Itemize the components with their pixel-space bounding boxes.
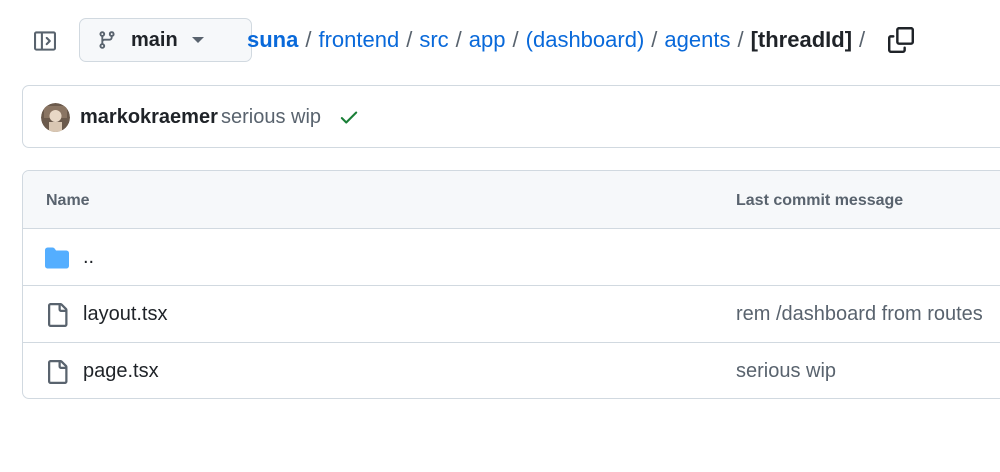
file-icon xyxy=(48,303,68,327)
folder-icon xyxy=(45,247,69,269)
repo-header: main suna / frontend / src / app / (dash… xyxy=(0,0,1000,82)
breadcrumb-repo-link[interactable]: suna xyxy=(247,27,298,53)
file-link-page[interactable]: page.tsx xyxy=(83,360,159,383)
copy-path-button[interactable] xyxy=(888,27,916,55)
file-link-layout[interactable]: layout.tsx xyxy=(83,303,167,326)
column-header-name: Name xyxy=(46,192,90,209)
sidebar-expand-icon xyxy=(34,31,56,51)
breadcrumb-separator: / xyxy=(737,27,744,52)
breadcrumb-link-dashboard[interactable]: (dashboard) xyxy=(526,27,645,53)
breadcrumb-link-frontend[interactable]: frontend xyxy=(318,27,399,53)
triangle-down-icon xyxy=(192,37,204,43)
branch-selector-button[interactable]: main xyxy=(79,18,252,62)
breadcrumb-separator: / xyxy=(455,27,462,52)
toggle-file-tree-button[interactable] xyxy=(30,26,60,56)
git-branch-icon xyxy=(99,31,115,49)
avatar-image xyxy=(41,103,70,132)
copy-icon xyxy=(888,27,914,53)
column-header-last-commit: Last commit message xyxy=(736,192,904,209)
file-icon xyxy=(48,360,68,384)
commit-author[interactable]: markokraemer xyxy=(80,106,218,129)
table-row-parent-directory[interactable]: .. xyxy=(23,229,1000,286)
commit-status[interactable] xyxy=(338,106,360,128)
file-table: Name Last commit message .. layout.tsx r… xyxy=(22,170,1000,399)
parent-directory-link[interactable]: .. xyxy=(83,246,94,269)
breadcrumb-current: [threadId] xyxy=(750,27,853,52)
row-commit-message[interactable]: serious wip xyxy=(736,360,836,383)
breadcrumb-separator: / xyxy=(651,27,658,52)
breadcrumb: suna / frontend / src / app / (dashboard… xyxy=(247,27,872,53)
breadcrumb-link-app[interactable]: app xyxy=(469,27,506,53)
commit-message[interactable]: serious wip xyxy=(221,106,321,129)
table-row[interactable]: layout.tsx rem /dashboard from routes xyxy=(23,286,1000,343)
branch-name: main xyxy=(131,28,178,51)
check-icon xyxy=(340,111,358,124)
breadcrumb-separator: / xyxy=(859,27,866,52)
breadcrumb-separator: / xyxy=(406,27,413,52)
avatar[interactable] xyxy=(41,103,70,132)
breadcrumb-link-agents[interactable]: agents xyxy=(664,27,730,53)
breadcrumb-separator: / xyxy=(305,27,312,52)
row-commit-message[interactable]: rem /dashboard from routes xyxy=(736,303,983,326)
breadcrumb-separator: / xyxy=(512,27,519,52)
table-header: Name Last commit message xyxy=(23,171,1000,229)
latest-commit-bar: markokraemer serious wip xyxy=(22,85,1000,148)
table-row[interactable]: page.tsx serious wip xyxy=(23,343,1000,398)
breadcrumb-link-src[interactable]: src xyxy=(419,27,448,53)
